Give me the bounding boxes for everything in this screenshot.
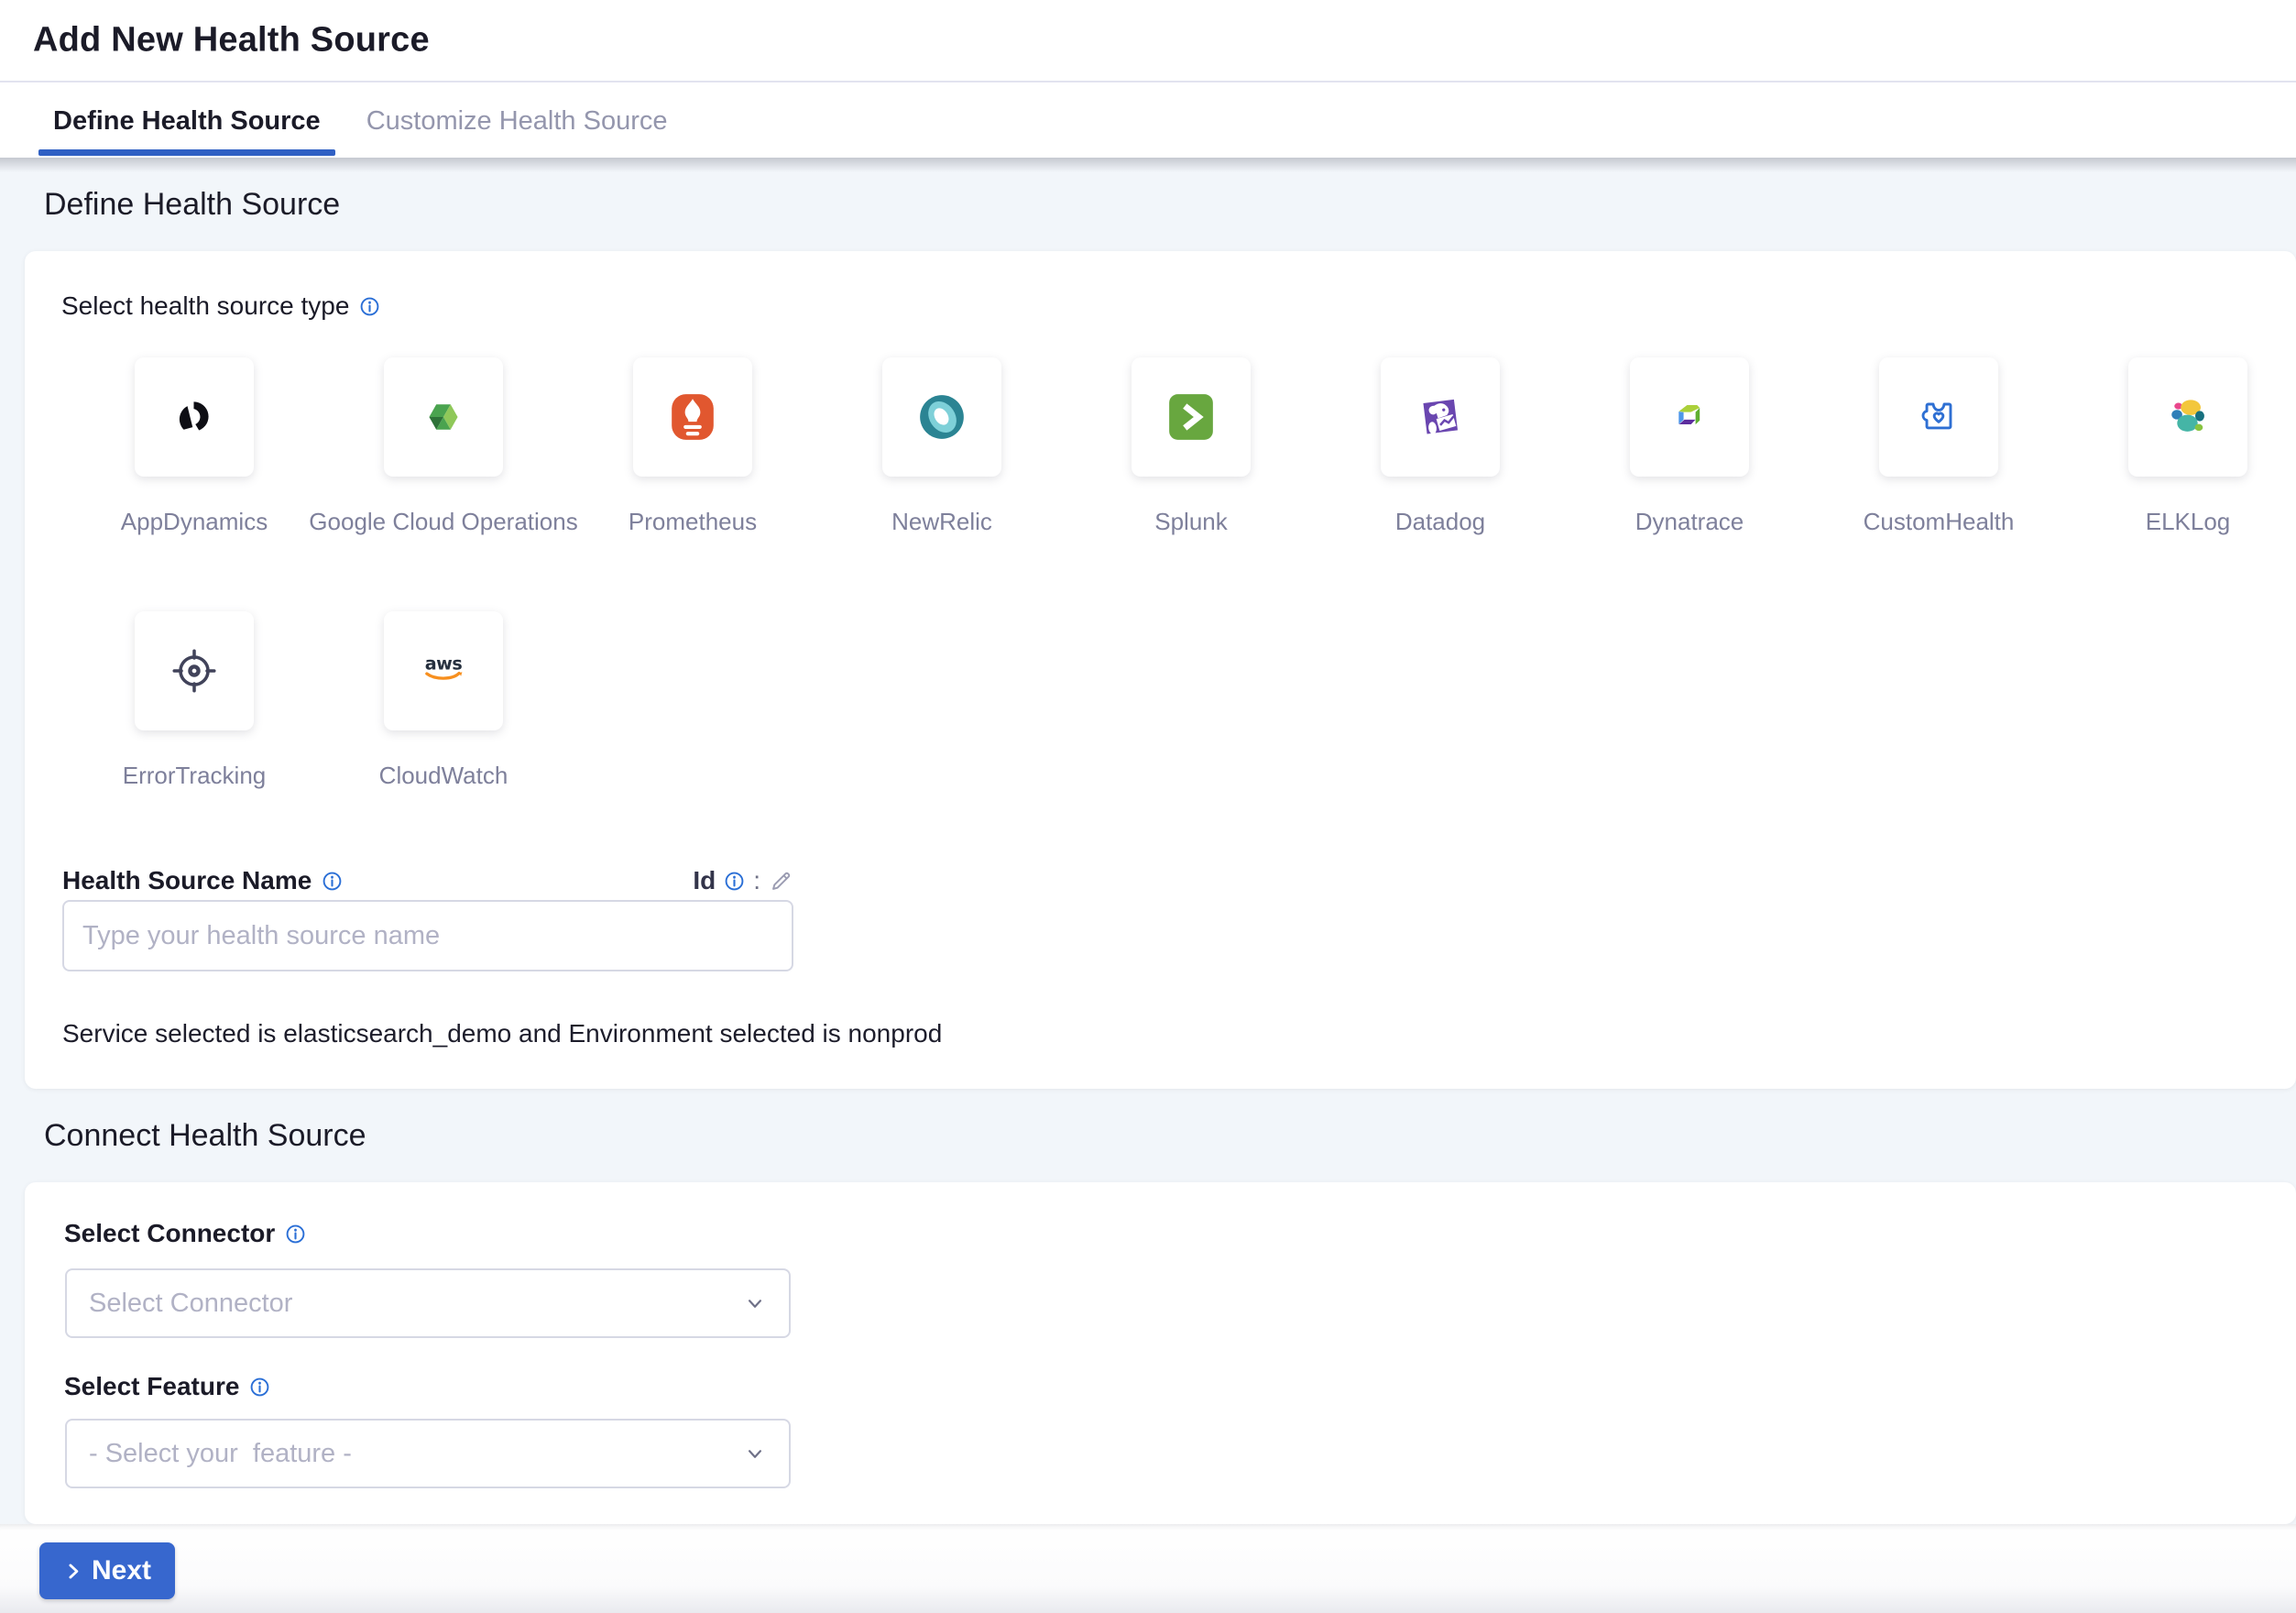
source-type-customhealth[interactable]: [1879, 357, 1998, 477]
id-label: Id: [693, 866, 716, 895]
source-type-cell: ErrorTracking: [70, 611, 319, 790]
connect-section-heading: Connect Health Source: [44, 1116, 366, 1155]
customhealth-icon: [1913, 391, 1964, 443]
source-type-prometheus[interactable]: [633, 357, 752, 477]
select-connector-label: Select Connector: [64, 1219, 275, 1248]
select-feature-label-row: Select Feature: [64, 1372, 270, 1401]
tab-label: Customize Health Source: [366, 106, 668, 137]
tab-customize-health-source[interactable]: Customize Health Source: [352, 84, 683, 158]
source-type-google-cloud-operations[interactable]: [384, 357, 503, 477]
chevron-down-icon: [743, 1442, 767, 1465]
info-icon[interactable]: [249, 1377, 270, 1398]
chevron-down-icon: [743, 1291, 767, 1315]
source-type-errortracking[interactable]: [135, 611, 254, 730]
source-type-dynatrace[interactable]: [1630, 357, 1749, 477]
source-type-cell: aws CloudWatch: [319, 611, 568, 790]
active-tab-underline: [38, 149, 335, 156]
service-environment-note: Service selected is elasticsearch_demo a…: [62, 1019, 942, 1048]
feature-select[interactable]: - Select your feature -: [65, 1419, 791, 1488]
svg-text:aws: aws: [425, 653, 463, 674]
source-type-appdynamics[interactable]: [135, 357, 254, 477]
source-type-cell: Dynatrace: [1565, 357, 1814, 536]
health-source-name-label-group: Health Source Name: [62, 866, 343, 895]
info-icon[interactable]: [359, 296, 380, 317]
source-type-cloudwatch[interactable]: aws: [384, 611, 503, 730]
tab-bar: Define Health Source Customize Health So…: [0, 84, 2296, 158]
modal-title: Add New Health Source: [33, 21, 430, 60]
splunk-icon: [1165, 391, 1217, 443]
feature-select-placeholder: - Select your feature -: [89, 1439, 352, 1469]
errortracking-icon: [169, 645, 220, 697]
source-type-label: Select health source type: [61, 291, 349, 321]
next-button[interactable]: Next: [39, 1542, 175, 1599]
source-type-cell: CustomHealth: [1814, 357, 2063, 536]
select-feature-label: Select Feature: [64, 1372, 239, 1401]
select-connector-label-row: Select Connector: [64, 1219, 306, 1248]
source-type-cell: NewRelic: [817, 357, 1066, 536]
edit-pencil-icon[interactable]: [769, 869, 793, 894]
tab-label: Define Health Source: [53, 106, 321, 137]
newrelic-icon: [916, 391, 968, 443]
health-source-name-input[interactable]: [62, 900, 793, 971]
source-type-elklog[interactable]: [2128, 357, 2247, 477]
source-type-cell: AppDynamics: [70, 357, 319, 536]
tab-define-health-source[interactable]: Define Health Source: [38, 84, 335, 158]
connector-select[interactable]: Select Connector: [65, 1268, 791, 1338]
google-cloud-operations-icon: [418, 391, 469, 443]
info-icon[interactable]: [724, 871, 745, 892]
connect-health-source-card: Select Connector Select Connector Select…: [25, 1182, 2296, 1524]
source-type-cell: Splunk: [1066, 357, 1316, 536]
health-source-name-label: Health Source Name: [62, 866, 312, 895]
source-type-label-row: Select health source type: [61, 291, 380, 321]
info-icon[interactable]: [285, 1223, 306, 1245]
modal-body: Define Health Source Select health sourc…: [0, 158, 2296, 1524]
chevron-right-icon: [63, 1562, 82, 1581]
elklog-icon: [2162, 391, 2214, 443]
source-type-newrelic[interactable]: [882, 357, 1001, 477]
source-type-datadog[interactable]: [1381, 357, 1500, 477]
id-separator: :: [753, 866, 760, 895]
source-type-cell: Google Cloud Operations: [319, 357, 568, 536]
prometheus-icon: [667, 391, 718, 443]
connector-select-placeholder: Select Connector: [89, 1289, 292, 1319]
source-type-cell: Datadog: [1316, 357, 1565, 536]
next-button-label: Next: [92, 1555, 151, 1586]
id-row: Id :: [693, 866, 793, 895]
modal-header: Add New Health Source: [0, 0, 2296, 82]
add-health-source-modal: Add New Health Source Define Health Sour…: [0, 0, 2296, 1613]
source-type-cell: Prometheus: [568, 357, 817, 536]
define-health-source-card: Select health source type AppDynamics Go…: [25, 251, 2296, 1089]
health-source-name-row: Health Source Name Id :: [62, 866, 793, 895]
define-section-heading: Define Health Source: [44, 185, 340, 224]
dynatrace-icon: [1664, 391, 1715, 443]
appdynamics-icon: [169, 391, 220, 443]
footer-bar: Next: [0, 1524, 2296, 1613]
source-type-grid: AppDynamics Google Cloud Operations Prom…: [70, 357, 2296, 790]
cloudwatch-icon: aws: [418, 645, 469, 697]
datadog-icon: [1415, 391, 1466, 443]
source-type-cell: ELKLog: [2063, 357, 2296, 536]
info-icon[interactable]: [322, 871, 343, 892]
source-type-splunk[interactable]: [1132, 357, 1251, 477]
